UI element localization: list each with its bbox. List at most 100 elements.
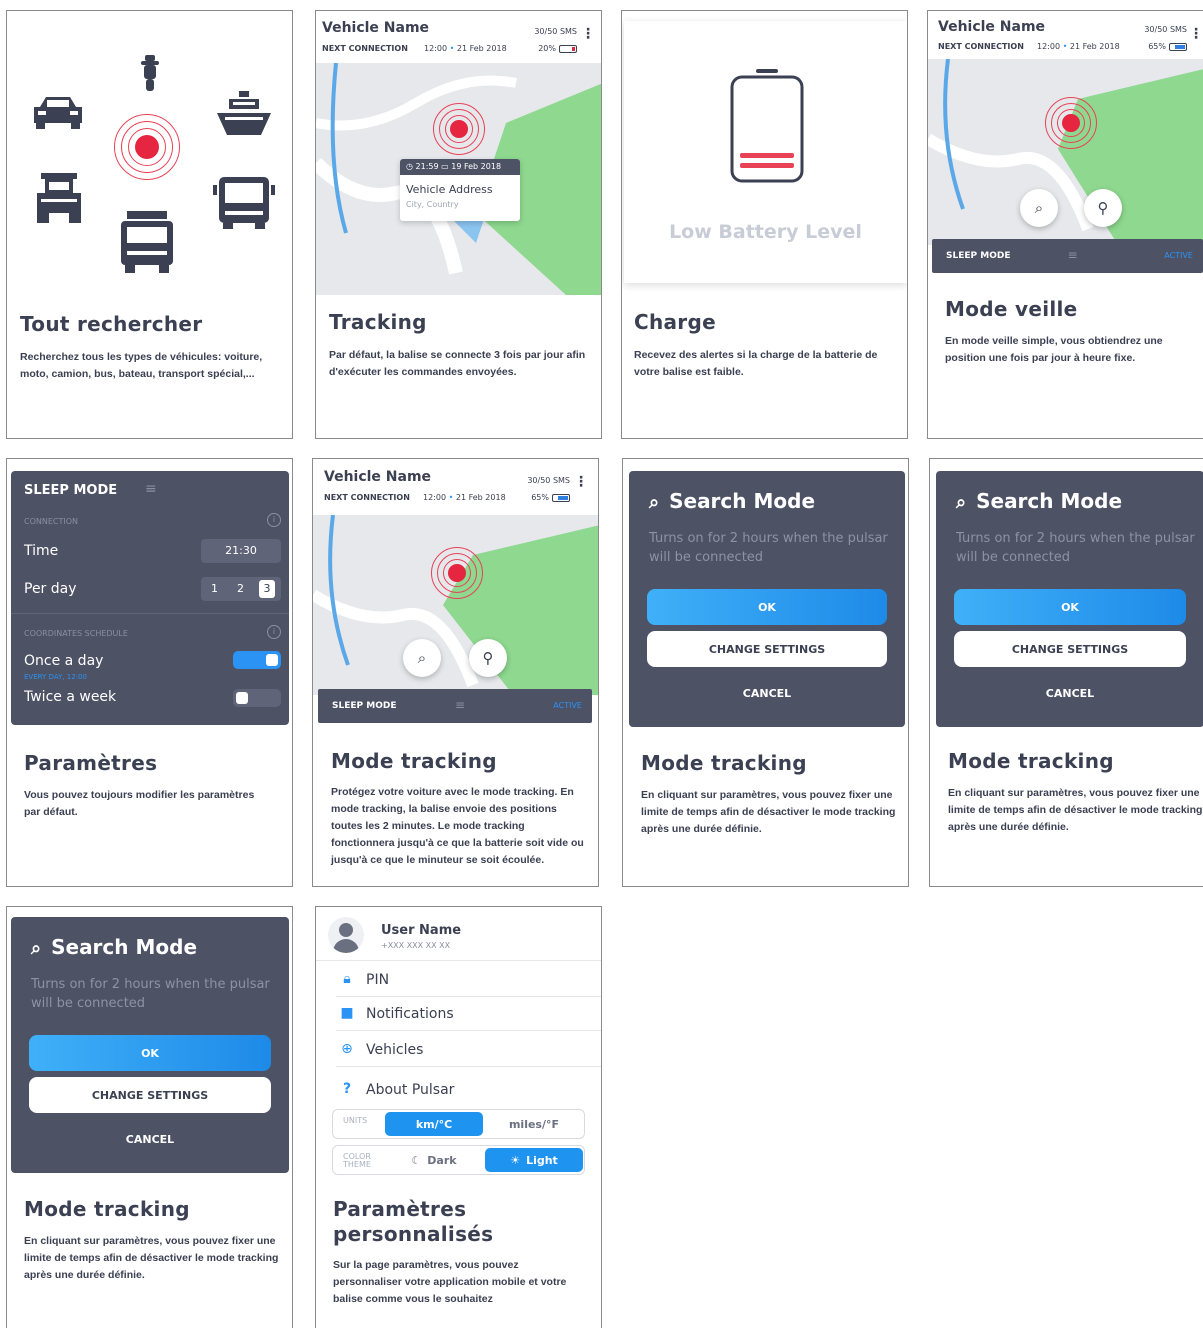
theme-label: COLOR THEME [343, 1152, 371, 1169]
search-button[interactable]: ⌕ [1020, 189, 1058, 227]
unit-imperial-option[interactable]: miles/°F [485, 1112, 583, 1136]
units-selector[interactable]: UNITS km/°C miles/°F [332, 1109, 585, 1139]
low-battery-label: Low Battery Level [669, 221, 862, 243]
card-title: Charge [634, 310, 716, 334]
twice-a-week-toggle[interactable] [233, 689, 281, 707]
sms-count: 30/50 SMS [534, 27, 577, 36]
twice-a-week-label: Twice a week [24, 689, 117, 705]
dialog-title: ⌕ Search Mode [649, 489, 816, 513]
battery-level: 65% [531, 493, 570, 502]
card-title: Mode tracking [948, 749, 1114, 773]
pin-icon: ⚲ [1097, 199, 1109, 217]
time-label: Time [24, 543, 59, 559]
dialog-subtitle: Turns on for 2 hours when the pulsar wil… [956, 531, 1195, 565]
ok-button[interactable]: OK [29, 1035, 271, 1071]
cancel-button[interactable]: CANCEL [11, 1133, 289, 1146]
menu-item-notifications[interactable]: ■ Notifications [336, 997, 601, 1031]
card-description: En cliquant sur paramètres, vous pouvez … [641, 789, 896, 835]
card-description: Protégez votre voiture avec le mode trac… [331, 786, 584, 866]
theme-selector[interactable]: COLOR THEME ☾ Dark ☀ Light [332, 1145, 585, 1175]
card-sleep-mode: ⌕ ⚲ Vehicle Name NEXT CONNECTION 12:00 •… [927, 10, 1203, 439]
card-settings: SLEEP MODE ≡ CONNECTION i Time 21:30 Per… [6, 458, 293, 887]
vehicle-name: Vehicle Name [324, 469, 432, 485]
notification-icon: ■ [340, 1005, 354, 1021]
more-menu-icon[interactable]: ⋮ [574, 475, 588, 489]
card-title: Paramètres [24, 751, 158, 775]
info-icon[interactable]: i [267, 625, 281, 639]
search-icon: ⌕ [956, 492, 967, 513]
card-description: Recevez des alertes si la charge de la b… [634, 349, 878, 378]
once-a-day-toggle[interactable] [233, 651, 281, 669]
sleep-mode-bar[interactable]: SLEEP MODE ≡ ACTIVE [932, 239, 1203, 273]
card-description: En cliquant sur paramètres, vous pouvez … [948, 787, 1203, 833]
next-connection-label: NEXT CONNECTION [938, 42, 1024, 51]
steering-wheel-icon: ⊕ [341, 1041, 353, 1057]
sun-icon: ☀ [510, 1153, 521, 1167]
sleep-mode-bar[interactable]: SLEEP MODE ≡ ACTIVE [318, 689, 592, 723]
moon-icon: ☾ [411, 1153, 422, 1167]
vehicle-location-pulse[interactable] [433, 103, 485, 155]
popup-time: 21:59 [415, 162, 439, 171]
vehicle-address: Vehicle Address [406, 183, 493, 196]
cancel-button[interactable]: CANCEL [936, 687, 1203, 700]
sleep-mode-panel: SLEEP MODE ≡ CONNECTION i Time 21:30 Per… [11, 471, 289, 725]
battery-icon [1169, 42, 1187, 51]
low-battery-icon [730, 69, 804, 183]
change-settings-button[interactable]: CHANGE SETTINGS [29, 1077, 271, 1113]
bus-icon [213, 177, 275, 229]
unit-metric-option[interactable]: km/°C [385, 1112, 483, 1136]
change-settings-button[interactable]: CHANGE SETTINGS [647, 631, 887, 667]
card-title: Tracking [329, 310, 427, 334]
battery-icon [559, 44, 577, 53]
location-button[interactable]: ⚲ [1084, 189, 1122, 227]
more-menu-icon[interactable]: ⋮ [581, 27, 595, 41]
vehicle-location-pulse[interactable] [1045, 97, 1097, 149]
search-mode-dialog: ⌕ Search Mode Turns on for 2 hours when t… [11, 917, 289, 1173]
once-a-day-sub: EVERY DAY, 12:00 [24, 673, 87, 681]
map[interactable]: ⌕ ⚲ [313, 515, 598, 695]
ok-button[interactable]: OK [954, 589, 1186, 625]
location-button[interactable]: ⚲ [469, 639, 507, 677]
vehicle-header: Vehicle Name NEXT CONNECTION 12:00 • 21 … [316, 11, 601, 63]
ok-button[interactable]: OK [647, 589, 887, 625]
user-name: User Name [381, 923, 462, 938]
menu-item-vehicles[interactable]: ⊕ Vehicles [336, 1033, 601, 1067]
user-profile[interactable]: User Name +XXX XXX XX XX [316, 907, 601, 961]
more-menu-icon[interactable]: ⋮ [1189, 27, 1203, 41]
menu-icon[interactable]: ≡ [145, 481, 157, 497]
time-value-field[interactable]: 21:30 [201, 539, 281, 563]
user-phone: +XXX XXX XX XX [381, 941, 451, 950]
avatar [328, 917, 364, 953]
cancel-button[interactable]: CANCEL [629, 687, 905, 700]
per-day-selector[interactable]: 1 2 3 [201, 577, 281, 601]
info-icon[interactable]: i [267, 513, 281, 527]
theme-dark-option[interactable]: ☾ Dark [385, 1148, 483, 1172]
per-day-option-3[interactable]: 3 [259, 580, 275, 598]
vehicle-name: Vehicle Name [322, 20, 430, 36]
map[interactable]: ◷ 21:59 ▭ 19 Feb 2018 Vehicle Address Ci… [316, 63, 601, 295]
map[interactable]: ⌕ ⚲ [928, 59, 1203, 245]
next-connection-time: 12:00 • 21 Feb 2018 [423, 493, 506, 502]
vehicle-header: Vehicle Name NEXT CONNECTION 12:00 • 21 … [313, 459, 598, 515]
location-popup[interactable]: ◷ 21:59 ▭ 19 Feb 2018 Vehicle Address Ci… [400, 159, 520, 221]
per-day-option-2[interactable]: 2 [237, 582, 244, 595]
vehicle-location-pulse[interactable] [431, 547, 483, 599]
search-pulse-icon [114, 114, 180, 180]
card-description: Sur la page paramètres, vous pouvez pers… [333, 1259, 567, 1305]
card-charge: Low Battery Level Charge Recevez des ale… [621, 10, 908, 439]
popup-date: 19 Feb 2018 [451, 162, 502, 171]
menu-icon[interactable]: ≡ [1068, 248, 1078, 262]
menu-item-pin[interactable]: 🔒︎ PIN [336, 963, 601, 997]
search-button[interactable]: ⌕ [403, 639, 441, 677]
per-day-option-1[interactable]: 1 [211, 582, 218, 595]
theme-light-option[interactable]: ☀ Light [485, 1148, 583, 1172]
next-connection-label: NEXT CONNECTION [324, 493, 410, 502]
menu-item-about[interactable]: ? About Pulsar [336, 1073, 601, 1107]
card-description: Recherchez tous les types de véhicules: … [20, 351, 263, 380]
battery-level: 65% [1148, 42, 1187, 51]
card-title: Mode tracking [24, 1197, 190, 1221]
sleep-mode-label: SLEEP MODE [332, 701, 397, 711]
menu-icon[interactable]: ≡ [455, 698, 465, 712]
card-search-mode-1: ⌕ Search Mode Turns on for 2 hours when t… [622, 458, 909, 887]
change-settings-button[interactable]: CHANGE SETTINGS [954, 631, 1186, 667]
